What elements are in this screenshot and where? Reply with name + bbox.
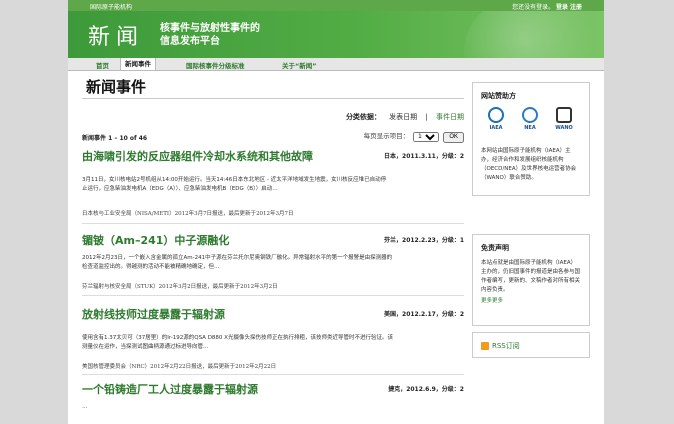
sponsor-box: 网站赞助方 IAEA NEA WANO 本网站由国际原子能机构（IAEA）主办，… (472, 82, 590, 196)
item-divider (82, 295, 464, 296)
news-item: 放射线技师过度暴露于辐射源 美国，2012.2.17，分级：2 使用含有1.37… (82, 306, 464, 376)
sort-event-date[interactable]: 事件日期 (436, 113, 464, 121)
summary-line: … (82, 404, 88, 410)
iaea-logo-text: IAEA (489, 125, 503, 131)
news-title[interactable]: 一个铅铸造厂工人过度暴露于辐射源 (82, 381, 258, 397)
disclaimer-title: 免责声明 (481, 244, 509, 252)
summary-line: 测量仪在运作，当探测试图曲柄源通过标进导向管… (82, 344, 209, 350)
rss-box: RSS订阅 (472, 332, 590, 358)
nea-logo-icon (522, 107, 538, 123)
wano-logo-text: WANO (555, 125, 573, 131)
site-subtitle: 核事件与放射性事件的 信息发布平台 (160, 22, 260, 48)
page: 国际原子能机构 您还没有登录。 登录 注册 新闻 核事件与放射性事件的 信息发布… (68, 0, 604, 424)
sort-separator: | (425, 113, 428, 121)
rss-link[interactable]: RSS订阅 (481, 341, 589, 351)
site-title[interactable]: 新闻 (88, 19, 144, 51)
register-link[interactable]: 注册 (570, 4, 582, 11)
disclaimer-more-link[interactable]: 更多更多 (481, 297, 581, 306)
sponsor-title: 网站赞助方 (481, 92, 516, 100)
ok-button[interactable]: OK (443, 131, 464, 143)
globe-graphic (464, 11, 604, 58)
sort-controls: 分类依据： 发表日期 | 事件日期 (346, 112, 464, 122)
header-banner: 新闻 核事件与放射性事件的 信息发布平台 (68, 11, 604, 58)
news-summary: 使用含有1.37太贝可（37居里）的Ir-192源的QSA D880 X光摄像头… (82, 334, 452, 352)
news-item: 由海啸引发的反应器组件冷却水系统和其他故障 日本，2011.3.11，分级：2 … (82, 148, 464, 226)
login-link[interactable]: 登录 (556, 4, 568, 11)
main-nav: 首页 新闻事件 国际核事件分级标准 关于“新闻” (68, 58, 604, 71)
sort-publish-date[interactable]: 发表日期 (389, 113, 417, 121)
wano-logo-icon (556, 107, 572, 123)
summary-line: 止运行，应急柴油发电机A（EDG（A））、应急柴油发电机B（EDG（B））启动… (82, 186, 278, 192)
per-page-control: 每页显示项目： 10 OK (364, 130, 464, 143)
nea-logo-text: NEA (524, 125, 536, 131)
nav-news[interactable]: 新闻事件 (120, 58, 156, 70)
disclaimer-box: 免责声明 本站点就是由国际原子能机构（IAEA）主办的，仍旧国事件的报道是由各参… (472, 234, 590, 326)
login-area: 您还没有登录。 登录 注册 (512, 2, 582, 11)
rss-icon (481, 342, 489, 350)
news-source: 芬兰辐射与核安全局（STUK）2012年3月2日报送，最后更新于2012年3月2… (82, 284, 278, 290)
news-meta: 美国，2012.2.17，分级：2 (384, 311, 464, 318)
news-meta: 捷克，2012.6.9，分级：2 (388, 386, 464, 393)
top-bar: 国际原子能机构 您还没有登录。 登录 注册 (68, 0, 604, 11)
item-divider (82, 223, 464, 224)
news-meta: 日本，2011.3.11，分级：2 (384, 153, 464, 160)
per-page-select[interactable]: 10 (413, 132, 440, 142)
news-item: 镅铍（Am–241）中子源融化 芬兰，2012.2.23，分级：1 2012年2… (82, 232, 464, 302)
divider (82, 98, 464, 99)
sponsor-text: 本网站由国际原子能机构（IAEA）主办，经济合作和发展组织核能机构（OECD/N… (481, 148, 577, 181)
news-title[interactable]: 放射线技师过度暴露于辐射源 (82, 306, 225, 322)
agency-link[interactable]: 国际原子能机构 (90, 2, 132, 11)
login-status: 您还没有登录。 (512, 4, 555, 11)
news-source: 日本核与工业安全局（NISA/METI）2012年3月7日报送，最后更新于201… (82, 211, 294, 217)
main-content: 新闻事件 分类依据： 发表日期 | 事件日期 新闻事件 1 – 10 of 46… (78, 76, 464, 410)
sponsor-logos: IAEA NEA WANO (481, 107, 581, 141)
summary-line: 使用含有1.37太贝可（37居里）的Ir-192源的QSA D880 X光摄像头… (82, 335, 393, 341)
nav-home[interactable]: 首页 (96, 60, 109, 70)
disclaimer-text: 本站点就是由国际原子能机构（IAEA）主办的，仍旧国事件的报道是由各参与国作者编… (481, 260, 581, 293)
sort-label: 分类依据： (345, 113, 381, 121)
page-title: 新闻事件 (86, 78, 147, 96)
news-summary: 3月11日，女川核电站2号机组从14:00开始运行。当天14:46日本东北地区 … (82, 176, 452, 194)
iaea-logo-icon (488, 107, 504, 123)
nav-about[interactable]: 关于“新闻” (282, 60, 317, 70)
summary-line: 2012年2月23日，一个嵌入含金属的孤立Am-241中子源在芬兰托尔尼奥钢铁厂… (82, 255, 393, 261)
wano-logo[interactable]: WANO (551, 107, 577, 131)
nav-ines[interactable]: 国际核事件分级标准 (186, 60, 245, 70)
iaea-logo[interactable]: IAEA (483, 107, 509, 131)
news-source: 美国核管理委员会（NRC）2012年2月22日报送，最后更新于2012年2月22… (82, 364, 277, 370)
news-item: 一个铅铸造厂工人过度暴露于辐射源 捷克，2012.6.9，分级：2 … (82, 381, 464, 421)
subtitle-line-1: 核事件与放射性事件的 (160, 23, 260, 34)
news-meta: 芬兰，2012.2.23，分级：1 (384, 237, 464, 244)
item-divider (82, 374, 464, 375)
summary-line: 3月11日，女川核电站2号机组从14:00开始运行。当天14:46日本东北地区 … (82, 177, 387, 183)
result-count: 新闻事件 1 – 10 of 46 (82, 135, 148, 142)
per-page-label: 每页显示项目： (363, 132, 410, 140)
news-title[interactable]: 由海啸引发的反应器组件冷却水系统和其他故障 (82, 148, 313, 164)
news-title[interactable]: 镅铍（Am–241）中子源融化 (82, 232, 229, 248)
subtitle-line-2: 信息发布平台 (160, 36, 220, 47)
nea-logo[interactable]: NEA (517, 107, 543, 131)
rss-label: RSS订阅 (492, 342, 520, 350)
news-summary: 2012年2月23日，一个嵌入含金属的孤立Am-241中子源在芬兰托尔尼奥钢铁厂… (82, 254, 452, 272)
news-summary: … (82, 403, 452, 412)
summary-line: 检查道监控出的。得越测的活动不能被精确地确定，但… (82, 264, 220, 270)
